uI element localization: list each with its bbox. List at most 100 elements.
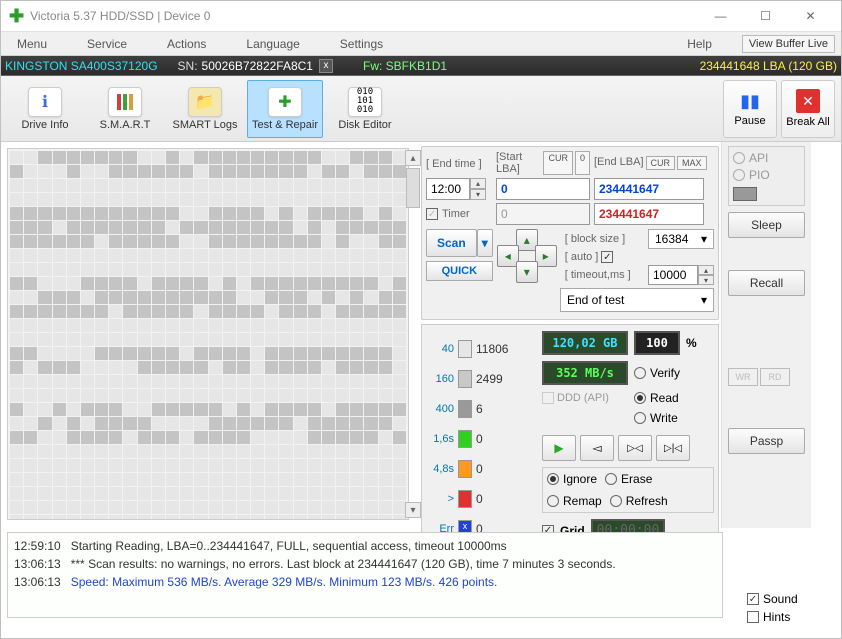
skip-back-button[interactable]: ▷◁	[618, 435, 652, 461]
surface-block	[194, 179, 207, 192]
menu-help[interactable]: Help	[677, 34, 722, 54]
passp-button[interactable]: Passp	[728, 428, 805, 454]
surface-block	[123, 193, 136, 206]
scan-button[interactable]: Scan	[426, 229, 477, 257]
time-down-icon[interactable]: ▾	[470, 189, 486, 200]
surface-grid[interactable]	[7, 148, 409, 520]
verify-radio[interactable]: Verify	[634, 366, 680, 380]
auto-checkbox[interactable]: ✓	[601, 251, 613, 263]
end-time-input[interactable]	[426, 178, 470, 200]
play-button[interactable]: ▶	[542, 435, 576, 461]
ddd-label: DDD (API)	[557, 392, 609, 404]
scroll-thumb[interactable]	[406, 168, 420, 208]
dir-down-button[interactable]: ▾	[516, 261, 538, 283]
disk-editor-button[interactable]: 010101010 Disk Editor	[327, 80, 403, 138]
break-all-button[interactable]: ✕ Break All	[781, 80, 835, 138]
timer-checkbox[interactable]: ✓	[426, 208, 438, 220]
end-max-button[interactable]: MAX	[677, 156, 707, 170]
surface-block	[251, 249, 264, 262]
surface-block	[379, 207, 392, 220]
surface-block	[223, 445, 236, 458]
surface-block	[109, 179, 122, 192]
surface-block	[109, 375, 122, 388]
end-cur-button[interactable]: CUR	[646, 156, 676, 170]
test-repair-button[interactable]: ✚ Test & Repair	[247, 80, 323, 138]
surface-block	[180, 319, 193, 332]
smart-button[interactable]: S.M.A.R.T	[87, 80, 163, 138]
write-radio[interactable]: Write	[634, 411, 678, 425]
erase-radio[interactable]: Erase	[605, 472, 652, 486]
ddd-checkbox[interactable]	[542, 392, 554, 404]
hints-checkbox[interactable]: Hints	[747, 610, 831, 624]
minimize-button[interactable]: —	[698, 2, 743, 30]
clear-sn-icon[interactable]: x	[319, 59, 333, 73]
end-of-test-select[interactable]: End of test▾	[560, 288, 714, 312]
view-buffer-button[interactable]: View Buffer Live	[742, 35, 835, 53]
step-back-button[interactable]: ◅	[580, 435, 614, 461]
surface-block	[251, 473, 264, 486]
surface-block	[38, 389, 51, 402]
surface-block	[152, 263, 165, 276]
api-radio[interactable]: API	[733, 151, 800, 165]
read-radio[interactable]: Read	[634, 391, 679, 405]
surface-block	[10, 277, 23, 290]
surface-block	[364, 221, 377, 234]
maximize-button[interactable]: ☐	[743, 2, 788, 30]
surface-block	[350, 501, 363, 514]
menu-actions[interactable]: Actions	[157, 34, 216, 54]
surface-block	[10, 515, 23, 520]
menu-settings[interactable]: Settings	[330, 34, 393, 54]
scan-dropdown-button[interactable]: ▾	[477, 229, 493, 257]
surface-block	[336, 151, 349, 164]
sn-value: 50026B72822FA8C1	[202, 59, 313, 73]
surface-block	[180, 221, 193, 234]
surface-block	[251, 375, 264, 388]
start-lba-input[interactable]	[496, 178, 590, 200]
skip-fwd-button[interactable]: ▷|◁	[656, 435, 690, 461]
menu-service[interactable]: Service	[77, 34, 137, 54]
smart-logs-button[interactable]: 📁 SMART Logs	[167, 80, 243, 138]
quick-button[interactable]: QUICK	[426, 261, 493, 281]
surface-scrollbar[interactable]: ▴ ▾	[405, 150, 421, 518]
surface-block	[265, 179, 278, 192]
start-0-button[interactable]: 0	[575, 151, 590, 175]
scroll-down-icon[interactable]: ▾	[405, 502, 421, 518]
menu-menu[interactable]: Menu	[7, 34, 57, 54]
surface-block	[38, 445, 51, 458]
timeout-input[interactable]	[648, 265, 698, 285]
sound-checkbox[interactable]: ✓Sound	[747, 592, 831, 606]
refresh-radio[interactable]: Refresh	[610, 494, 668, 508]
surface-block	[38, 375, 51, 388]
titlebar: ✚ Victoria 5.37 HDD/SSD | Device 0 — ☐ ✕	[1, 1, 841, 31]
pause-button[interactable]: ▮▮ Pause	[723, 80, 777, 138]
drive-info-button[interactable]: ℹ Drive Info	[7, 80, 83, 138]
recall-button[interactable]: Recall	[728, 270, 805, 296]
surface-block	[294, 291, 307, 304]
surface-block	[237, 347, 250, 360]
surface-block	[166, 431, 179, 444]
surface-block	[10, 389, 23, 402]
surface-block	[336, 179, 349, 192]
surface-block	[194, 221, 207, 234]
log-panel[interactable]: 12:59:10Starting Reading, LBA=0..2344416…	[7, 532, 723, 618]
surface-block	[53, 403, 66, 416]
start-cur-button[interactable]: CUR	[543, 151, 573, 175]
remap-radio[interactable]: Remap	[547, 494, 602, 508]
surface-block	[95, 347, 108, 360]
close-button[interactable]: ✕	[788, 2, 833, 30]
surface-block	[379, 151, 392, 164]
block-size-select[interactable]: 16384▾	[648, 229, 714, 249]
time-up-icon[interactable]: ▴	[470, 178, 486, 189]
end-lba-input[interactable]	[594, 178, 704, 200]
end-lba-red-input[interactable]	[594, 203, 704, 225]
sleep-button[interactable]: Sleep	[728, 212, 805, 238]
menu-language[interactable]: Language	[236, 34, 309, 54]
surface-block	[24, 417, 37, 430]
dir-right-button[interactable]: ▸	[535, 245, 557, 267]
pio-radio[interactable]: PIO	[733, 168, 800, 182]
ignore-radio[interactable]: Ignore	[547, 472, 597, 486]
scroll-up-icon[interactable]: ▴	[405, 150, 421, 166]
rd-indicator: RD	[760, 368, 790, 386]
surface-block	[109, 221, 122, 234]
surface-block	[180, 277, 193, 290]
